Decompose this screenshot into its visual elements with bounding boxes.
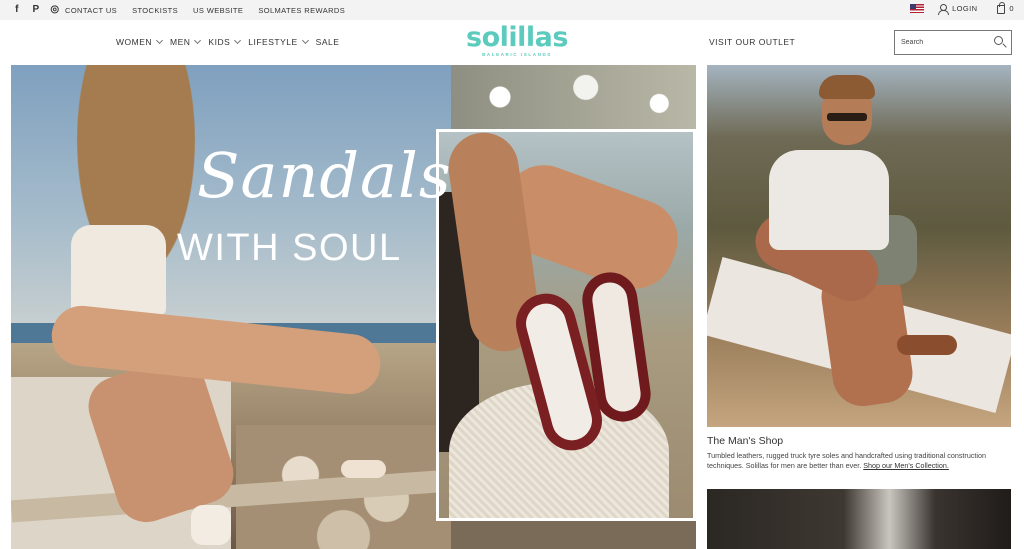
cart-count: 0 <box>1009 4 1014 13</box>
hero-banner[interactable]: Sandals WITH SOUL <box>11 65 696 549</box>
next-feature-image[interactable] <box>707 489 1011 549</box>
sunglasses <box>827 113 867 121</box>
nav-sale[interactable]: SALE <box>316 37 340 47</box>
main-header: WOMEN MEN KIDS LIFESTYLE SALE solillas B… <box>0 20 1024 64</box>
man-shirt <box>769 150 889 250</box>
search-icon[interactable] <box>994 36 1003 45</box>
login-link[interactable]: LOGIN <box>938 3 978 15</box>
mens-collection-link[interactable]: Shop our Men's Collection. <box>863 461 949 470</box>
search-box <box>894 30 1012 55</box>
chevron-down-icon <box>155 36 164 45</box>
nav-sale-label: SALE <box>315 37 340 47</box>
mens-shop-image[interactable] <box>707 65 1011 427</box>
account-area: LOGIN 0 <box>910 2 1014 15</box>
contact-us-link[interactable]: CONTACT US <box>65 6 117 15</box>
main-nav: WOMEN MEN KIDS LIFESTYLE SALE <box>116 36 347 47</box>
mens-shop-description: Tumbled leathers, rugged truck tyre sole… <box>707 451 1007 471</box>
brand-logo[interactable]: solillas BALEARIC ISLANDS <box>466 22 568 58</box>
nav-kids-label: KIDS <box>208 37 231 47</box>
nav-men[interactable]: MEN <box>170 36 202 47</box>
utility-links: CONTACT US STOCKISTS US WEBSITE SOLMATES… <box>65 6 360 15</box>
solmates-rewards-link[interactable]: SOLMATES REWARDS <box>258 6 345 15</box>
chevron-down-icon <box>301 36 309 45</box>
stockists-link[interactable]: STOCKISTS <box>132 6 178 15</box>
top-utility-bar: f P ◎ CONTACT US STOCKISTS US WEBSITE SO… <box>0 0 1024 20</box>
us-website-link[interactable]: US WEBSITE <box>193 6 243 15</box>
instagram-icon[interactable]: ◎ <box>50 4 60 15</box>
nav-men-label: MEN <box>170 37 191 47</box>
bokeh-photo <box>451 65 696 129</box>
sandal-image <box>191 505 231 545</box>
hero-headline: Sandals <box>197 139 452 212</box>
pinterest-icon[interactable]: P <box>31 4 41 15</box>
sandal-closeup-photo <box>436 129 696 521</box>
bokeh-photo-bottom <box>451 520 696 549</box>
nav-kids[interactable]: KIDS <box>208 36 242 47</box>
shopping-bag-icon <box>997 2 1006 14</box>
login-label: LOGIN <box>952 4 978 13</box>
logo-wordmark: solillas <box>466 22 568 53</box>
sandal-closeup-image <box>439 132 693 518</box>
chevron-down-icon <box>194 36 202 45</box>
cart-button[interactable]: 0 <box>997 2 1014 14</box>
visit-outlet-link[interactable]: VISIT OUR OUTLET <box>709 37 795 47</box>
social-links: f P ◎ <box>12 4 60 15</box>
sandal-image <box>341 460 386 478</box>
nav-women-label: WOMEN <box>116 37 153 47</box>
user-icon <box>938 3 950 15</box>
nav-lifestyle[interactable]: LIFESTYLE <box>248 36 309 47</box>
model-top <box>71 225 166 315</box>
facebook-icon[interactable]: f <box>12 4 22 15</box>
hero-subheadline: WITH SOUL <box>177 227 402 269</box>
search-input[interactable] <box>901 31 991 54</box>
sandal-image <box>897 335 957 355</box>
mens-shop-title[interactable]: The Man's Shop <box>707 435 783 447</box>
man-hair <box>819 75 875 99</box>
chevron-down-icon <box>234 36 242 45</box>
nav-lifestyle-label: LIFESTYLE <box>248 37 298 47</box>
nav-women[interactable]: WOMEN <box>116 36 164 47</box>
us-flag-icon[interactable] <box>910 4 925 13</box>
